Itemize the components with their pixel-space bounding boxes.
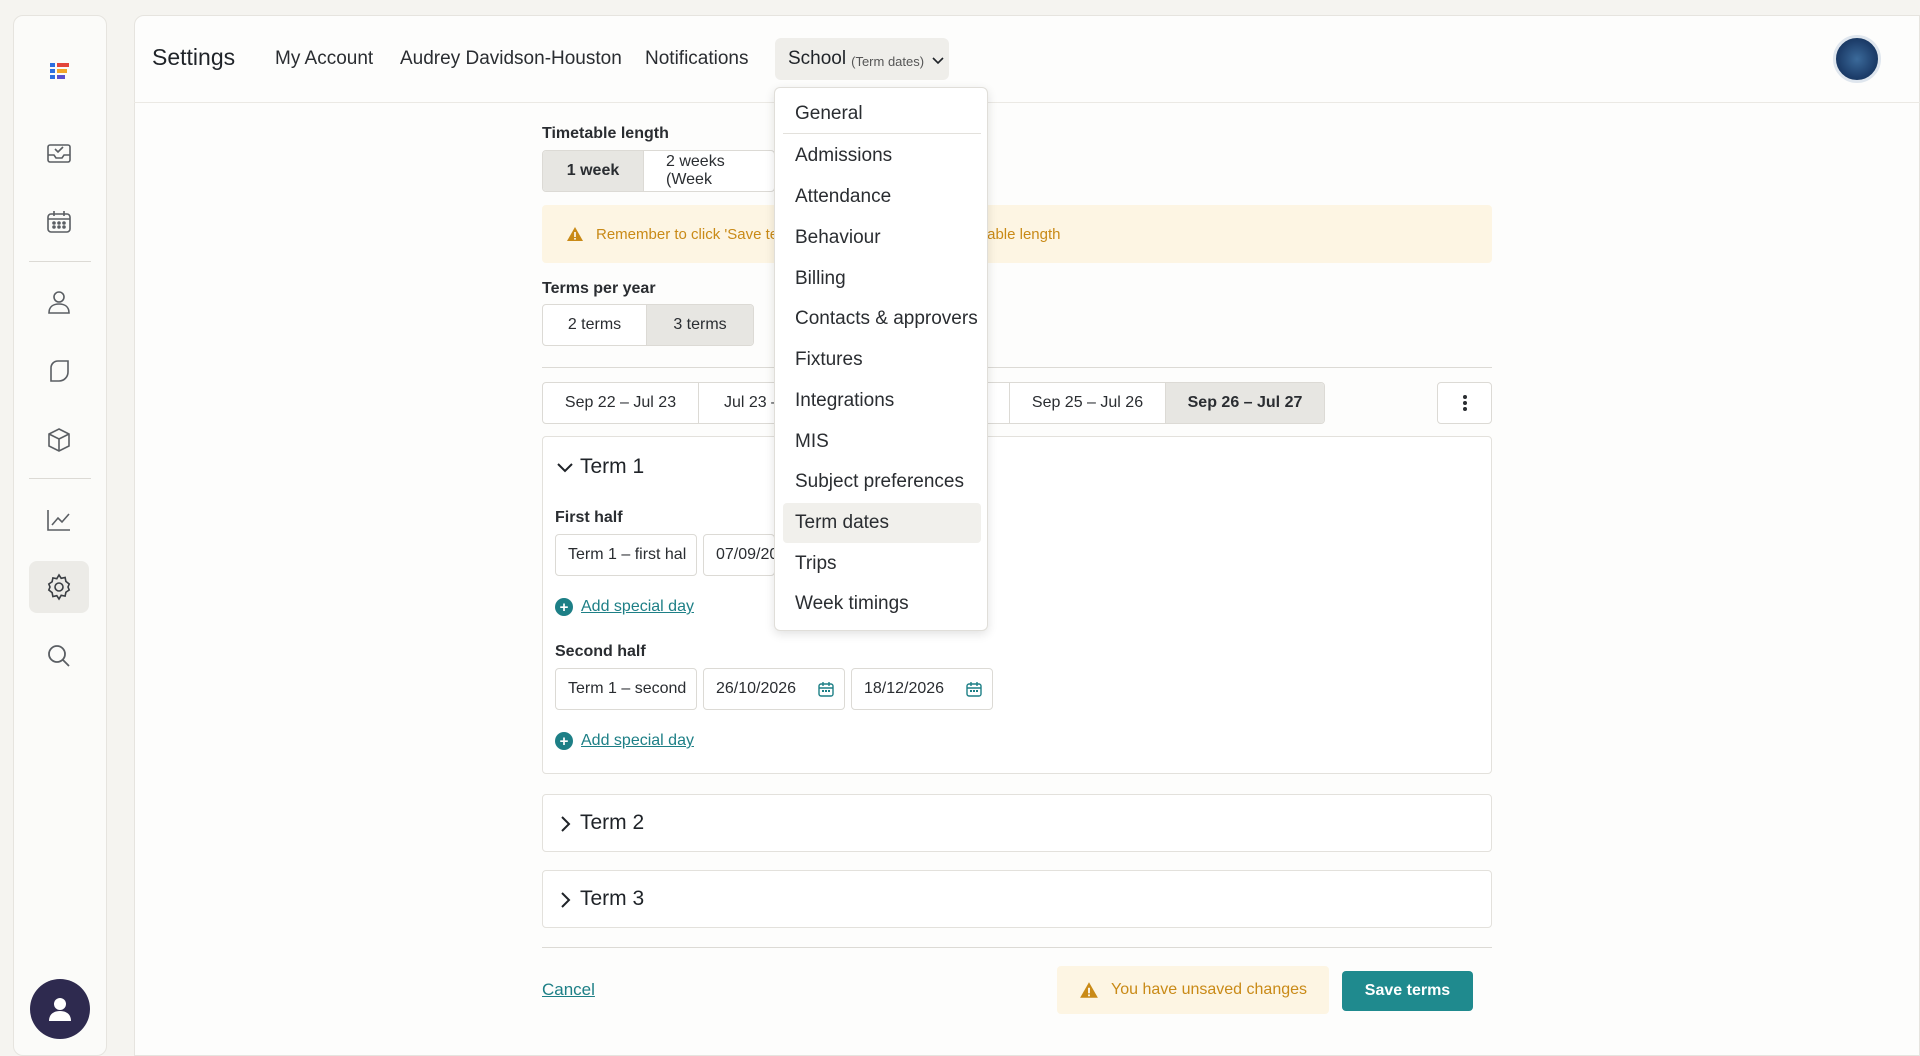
second-half-start-date-input[interactable]: 26/10/2026 — [703, 668, 845, 710]
term-2-title: Term 2 — [580, 811, 645, 834]
add-special-day-link[interactable]: + Add special day — [555, 598, 694, 616]
inbox-check-icon[interactable] — [29, 127, 89, 179]
terms-option-2[interactable]: 2 terms — [543, 305, 647, 345]
add-special-day-label: Add special day — [581, 732, 694, 749]
menu-item-mis[interactable]: MIS — [783, 422, 981, 462]
menu-item-attendance[interactable]: Attendance — [783, 177, 981, 217]
nav-my-account[interactable]: My Account — [275, 48, 373, 70]
menu-item-term-dates[interactable]: Term dates — [783, 503, 981, 543]
year-tab-2025-26[interactable]: Sep 25 – Jul 26 — [1010, 383, 1166, 423]
reminder-text-right: able length — [987, 225, 1061, 243]
chevron-right-icon — [561, 892, 571, 908]
school-tab-label: School — [788, 48, 847, 69]
term-3-card[interactable]: Term 3 — [542, 870, 1492, 928]
timetable-option-2-weeks[interactable]: 2 weeks (Week — [644, 151, 774, 191]
first-half-name-input[interactable]: Term 1 – first hal — [555, 534, 697, 576]
menu-item-trips[interactable]: Trips — [783, 544, 981, 584]
rail-divider — [29, 478, 91, 479]
menu-item-subject-preferences[interactable]: Subject preferences — [783, 462, 981, 502]
add-special-day-label: Add special day — [581, 598, 694, 615]
person-silhouette-icon — [49, 998, 71, 1021]
gear-icon[interactable] — [29, 561, 89, 613]
year-tab-2022-23[interactable]: Sep 22 – Jul 23 — [543, 383, 699, 423]
cancel-link[interactable]: Cancel — [542, 980, 595, 1000]
plus-circle-icon: + — [555, 732, 573, 750]
menu-separator — [783, 133, 981, 134]
term-1-title[interactable]: Term 1 — [580, 455, 644, 479]
term-1-card: Term 1 First half Term 1 – first hal 07/… — [542, 436, 1492, 774]
warning-icon — [1080, 982, 1098, 998]
school-tab-sub: (Term dates) — [851, 53, 925, 69]
menu-item-general[interactable]: General — [783, 94, 981, 134]
nav-user-name[interactable]: Audrey Davidson-Houston — [400, 48, 622, 70]
terms-per-year-toggle: 2 terms 3 terms — [542, 304, 754, 346]
nav-notifications[interactable]: Notifications — [645, 48, 749, 70]
unsaved-changes-text: You have unsaved changes — [1111, 981, 1308, 998]
user-avatar[interactable] — [30, 979, 90, 1039]
school-settings-dropdown: General Admissions Attendance Behaviour … — [774, 87, 988, 631]
term-2-card[interactable]: Term 2 — [542, 794, 1492, 852]
timetable-length-label: Timetable length — [542, 125, 669, 142]
menu-item-admissions[interactable]: Admissions — [783, 136, 981, 176]
timetable-length-toggle: 1 week 2 weeks (Week — [542, 150, 775, 192]
divider — [542, 367, 1492, 368]
person-icon[interactable] — [29, 276, 89, 328]
page-title: Settings — [152, 44, 236, 70]
terms-per-year-label: Terms per year — [542, 280, 656, 297]
second-half-end-date-value: 18/12/2026 — [864, 680, 945, 697]
unsaved-changes-badge: You have unsaved changes — [1057, 966, 1329, 1014]
menu-item-billing[interactable]: Billing — [783, 259, 981, 299]
calendar-icon[interactable] — [966, 681, 982, 697]
menu-item-behaviour[interactable]: Behaviour — [783, 218, 981, 258]
chevron-down-icon[interactable] — [555, 458, 575, 478]
menu-item-week-timings[interactable]: Week timings — [783, 584, 981, 624]
timetable-option-1-week[interactable]: 1 week — [543, 151, 644, 191]
kebab-icon — [1462, 395, 1467, 411]
save-terms-button[interactable]: Save terms — [1342, 971, 1473, 1011]
terms-option-3[interactable]: 3 terms — [647, 305, 753, 345]
reminder-text-left: Remember to click 'Save te — [596, 225, 779, 243]
chart-icon[interactable] — [29, 494, 89, 546]
menu-item-fixtures[interactable]: Fixtures — [783, 340, 981, 380]
chevron-down-icon — [932, 57, 944, 65]
first-half-label: First half — [555, 509, 623, 526]
save-reminder-banner: Remember to click 'Save te able length — [542, 205, 1492, 263]
add-special-day-link[interactable]: + Add special day — [555, 732, 694, 750]
calendar-icon[interactable] — [818, 681, 834, 697]
divider — [542, 947, 1492, 948]
plus-circle-icon: + — [555, 598, 573, 616]
year-tab-2026-27[interactable]: Sep 26 – Jul 27 — [1166, 383, 1324, 423]
app-logo-icon[interactable] — [29, 46, 89, 98]
second-half-end-date-input[interactable]: 18/12/2026 — [851, 668, 993, 710]
school-crest-logo[interactable] — [1833, 35, 1881, 83]
second-half-label: Second half — [555, 643, 646, 660]
search-icon[interactable] — [29, 630, 89, 682]
warning-icon — [567, 227, 583, 241]
school-tab[interactable]: School (Term dates) — [775, 38, 949, 80]
more-options-button[interactable] — [1437, 382, 1492, 424]
chevron-right-icon — [561, 816, 571, 832]
menu-item-integrations[interactable]: Integrations — [783, 381, 981, 421]
second-half-start-date-value: 26/10/2026 — [716, 680, 797, 697]
calendar-icon[interactable] — [29, 196, 89, 248]
term-3-title: Term 3 — [580, 887, 645, 910]
first-half-start-date-input[interactable]: 07/09/20 — [703, 534, 775, 576]
leaf-icon[interactable] — [29, 345, 89, 397]
menu-item-contacts-approvers[interactable]: Contacts & approvers — [783, 299, 981, 339]
cube-icon[interactable] — [29, 414, 89, 466]
second-half-name-input[interactable]: Term 1 – second — [555, 668, 697, 710]
rail-divider — [29, 261, 91, 262]
